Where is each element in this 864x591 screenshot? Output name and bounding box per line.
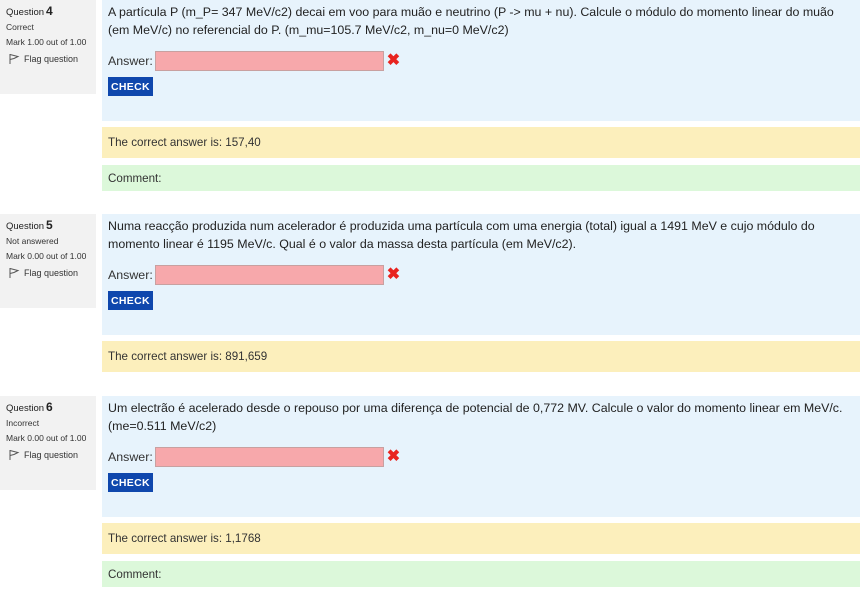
question-text: A partícula P (m_P= 347 MeV/c2) decai em… — [108, 5, 834, 37]
question-number: Question 6 — [6, 400, 53, 414]
correct-answer-feedback: The correct answer is: 891,659 — [102, 341, 860, 372]
comment-box: Comment: — [102, 561, 860, 587]
question-text: Numa reacção produzida num acelerador é … — [108, 219, 815, 251]
flag-icon — [9, 54, 20, 64]
question-number: Question 4 — [6, 4, 53, 18]
flag-icon — [9, 450, 20, 460]
answer-label: Answer: — [108, 54, 153, 68]
incorrect-icon: ✖ — [386, 52, 401, 69]
question-number: Question 5 — [6, 218, 53, 232]
question-grade: Mark 0.00 out of 1.00 — [6, 251, 87, 261]
flag-icon — [9, 268, 20, 278]
flag-question-link[interactable]: Flag question — [0, 261, 96, 279]
question-formulation: A partícula P (m_P= 347 MeV/c2) decai em… — [102, 0, 860, 121]
question-info: Question 6 Incorrect Mark 0.00 out of 1.0… — [0, 396, 96, 490]
flag-question-link[interactable]: Flag question — [0, 47, 96, 65]
flag-label: Flag question — [24, 268, 79, 278]
question-state: Correct — [6, 22, 34, 32]
check-button[interactable]: CHECK — [108, 77, 153, 96]
question-info: Question 4 Correct Mark 1.00 out of 1.00 … — [0, 0, 96, 94]
incorrect-icon: ✖ — [386, 266, 401, 283]
question-info: Question 5 Not answered Mark 0.00 out of … — [0, 214, 96, 308]
answer-row: Answer: ✖ — [108, 447, 854, 467]
flag-question-link[interactable]: Flag question — [0, 443, 96, 461]
question-state: Incorrect — [6, 418, 40, 428]
question-text: Um electrão é acelerado desde o repouso … — [108, 401, 843, 433]
question-formulation: Numa reacção produzida num acelerador é … — [102, 214, 860, 335]
answer-row: Answer: ✖ — [108, 265, 854, 285]
comment-box: Comment: — [102, 165, 860, 191]
answer-label: Answer: — [108, 268, 153, 282]
correct-answer-feedback: The correct answer is: 157,40 — [102, 127, 860, 158]
question-formulation: Um electrão é acelerado desde o repouso … — [102, 396, 860, 517]
correct-answer-feedback: The correct answer is: 1,1768 — [102, 523, 860, 554]
answer-row: Answer: ✖ — [108, 51, 854, 71]
check-button[interactable]: CHECK — [108, 473, 153, 492]
incorrect-icon: ✖ — [386, 448, 401, 465]
answer-label: Answer: — [108, 450, 153, 464]
answer-input[interactable] — [154, 447, 384, 467]
answer-input[interactable] — [154, 265, 384, 285]
flag-label: Flag question — [24, 54, 79, 64]
answer-input[interactable] — [154, 51, 384, 71]
check-button[interactable]: CHECK — [108, 291, 153, 310]
question-state: Not answered — [6, 236, 59, 246]
question-grade: Mark 0.00 out of 1.00 — [6, 433, 87, 443]
question-grade: Mark 1.00 out of 1.00 — [6, 37, 87, 47]
flag-label: Flag question — [24, 450, 79, 460]
